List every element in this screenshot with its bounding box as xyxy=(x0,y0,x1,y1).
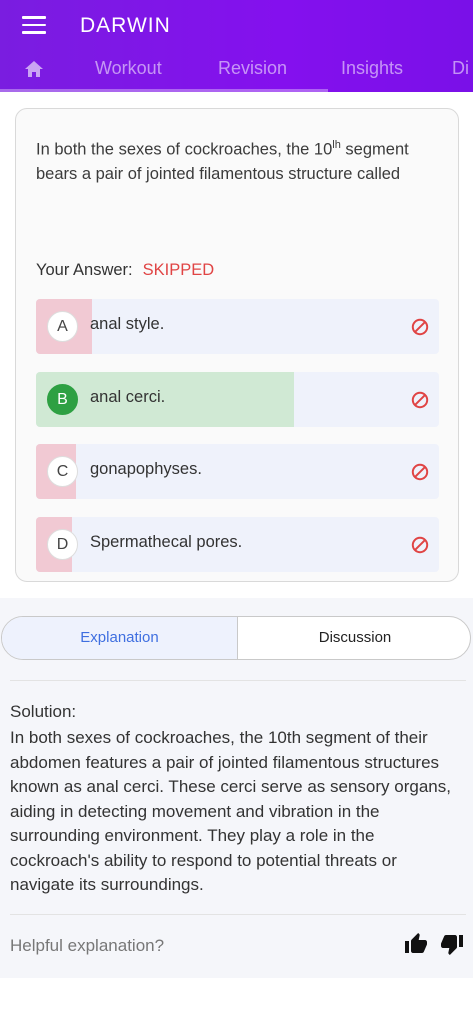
option-text: Spermathecal pores. xyxy=(90,533,243,551)
not-allowed-icon xyxy=(411,463,429,481)
divider xyxy=(10,680,466,681)
option-text: anal style. xyxy=(90,315,165,333)
option-letter: C xyxy=(47,456,78,487)
your-answer: Your Answer: SKIPPED xyxy=(36,261,214,280)
solution-heading: Solution: xyxy=(10,702,77,721)
tab-insights[interactable]: Insights xyxy=(341,58,403,79)
question-text: In both the sexes of cockroaches, the 10… xyxy=(36,133,436,186)
not-allowed-icon xyxy=(411,318,429,336)
tab-discussion[interactable]: Discussion xyxy=(238,617,470,659)
tab-workout[interactable]: Workout xyxy=(95,58,162,79)
divider xyxy=(10,914,466,915)
question-text-start: In both the sexes of cockroaches, the 10 xyxy=(36,140,333,159)
option-letter: D xyxy=(47,529,78,560)
thumbs-up-icon[interactable] xyxy=(404,932,428,956)
option-text: anal cerci. xyxy=(90,388,166,406)
not-allowed-icon xyxy=(411,536,429,554)
option-text: gonapophyses. xyxy=(90,460,202,478)
not-allowed-icon xyxy=(411,391,429,409)
tab-di[interactable]: Di xyxy=(452,58,469,79)
question-superscript: lh xyxy=(332,139,341,151)
tab-bar: Workout Revision Insights Di xyxy=(0,54,473,92)
thumbs-down-icon[interactable] xyxy=(440,932,464,956)
your-answer-label: Your Answer: xyxy=(36,261,133,279)
menu-icon[interactable] xyxy=(22,16,46,34)
option-letter: B xyxy=(47,384,78,415)
option-b[interactable]: B anal cerci. xyxy=(36,372,439,427)
tab-home[interactable] xyxy=(24,60,44,78)
tab-indicator xyxy=(0,89,328,92)
question-card: In both the sexes of cockroaches, the 10… xyxy=(15,108,459,582)
tab-explanation[interactable]: Explanation xyxy=(2,617,238,659)
app-header: DARWIN Workout Revision Insights Di xyxy=(0,0,473,92)
helpful-prompt: Helpful explanation? xyxy=(10,936,165,955)
home-icon xyxy=(25,61,43,77)
option-d[interactable]: D Spermathecal pores. xyxy=(36,517,439,572)
option-c[interactable]: C gonapophyses. xyxy=(36,444,439,499)
explanation-discussion-toggle: Explanation Discussion xyxy=(1,616,471,660)
app-title: DARWIN xyxy=(80,14,171,37)
option-a[interactable]: A anal style. xyxy=(36,299,439,354)
solution-text: In both sexes of cockroaches, the 10th s… xyxy=(10,728,451,894)
tab-revision[interactable]: Revision xyxy=(218,58,287,79)
your-answer-value: SKIPPED xyxy=(142,261,215,279)
option-letter: A xyxy=(47,311,78,342)
